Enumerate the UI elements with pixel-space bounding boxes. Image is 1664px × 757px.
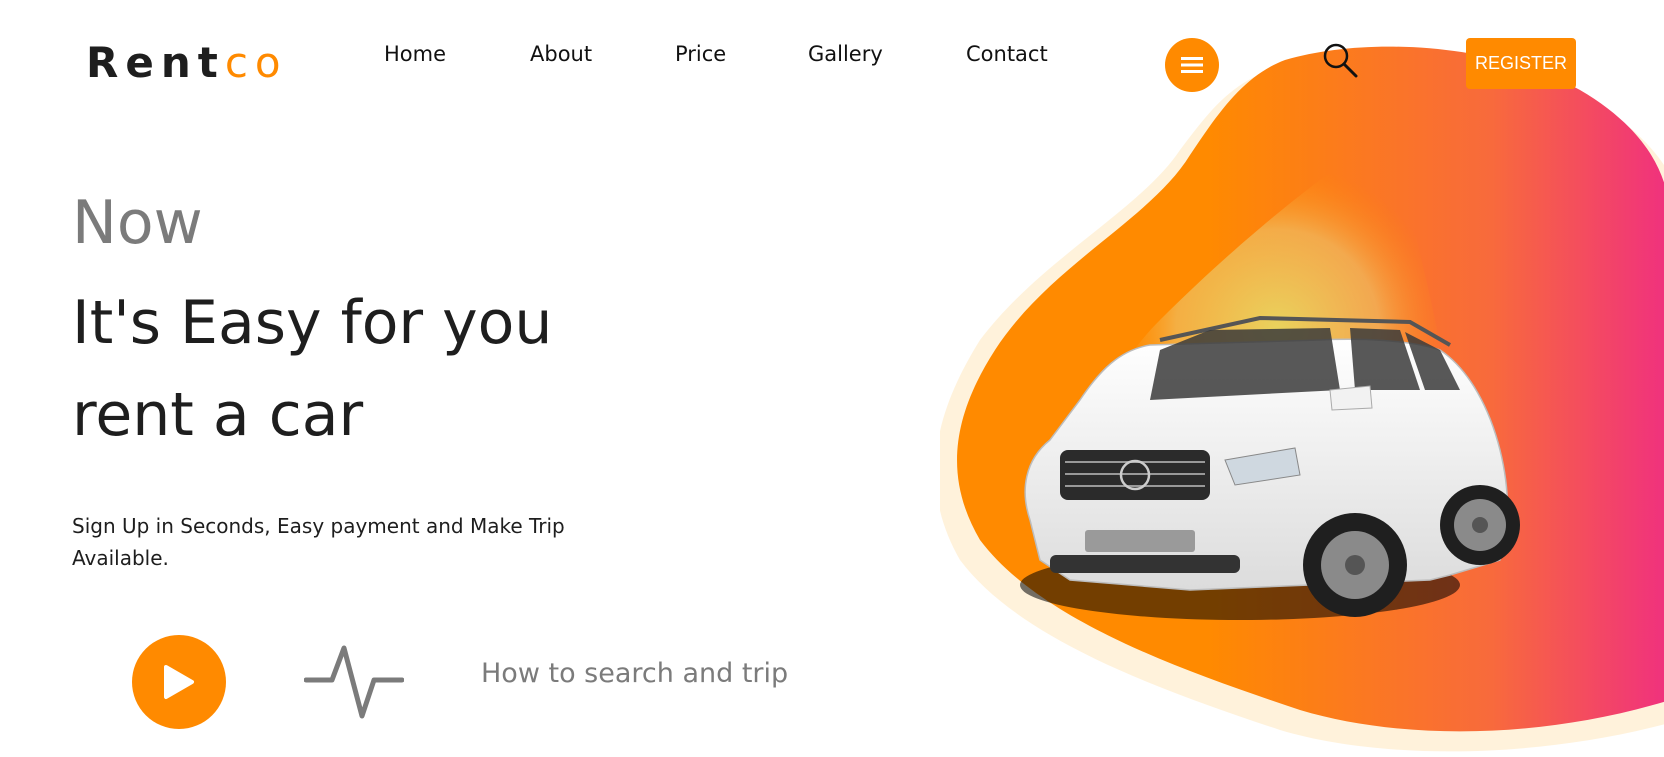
hamburger-icon <box>1181 57 1203 73</box>
play-video-button[interactable] <box>132 635 226 729</box>
nav-link-price[interactable]: Price <box>675 42 808 66</box>
play-icon <box>164 665 194 699</box>
register-button[interactable]: REGISTER <box>1466 38 1576 89</box>
heartbeat-icon <box>304 645 404 719</box>
hero-headline-line2: rent a car <box>72 380 364 450</box>
hero-illustration <box>935 40 1664 757</box>
landing-page: Rentco Home About Price Gallery Contact <box>0 0 1664 757</box>
nav-link-home[interactable]: Home <box>384 42 530 66</box>
brand-name-main: Rent <box>86 38 225 87</box>
hero-subtitle: Sign Up in Seconds, Easy payment and Mak… <box>72 514 565 570</box>
brand-logo[interactable]: Rentco <box>86 38 288 87</box>
gradient-blob <box>935 46 1664 752</box>
search-button[interactable] <box>1322 42 1358 78</box>
nav-link-about[interactable]: About <box>530 42 675 66</box>
how-to-video-link[interactable]: How to search and trip <box>481 658 788 689</box>
hero-kicker: Now <box>72 188 203 258</box>
hamburger-menu-button[interactable] <box>1165 38 1219 92</box>
search-icon <box>1323 43 1358 78</box>
brand-name-accent: co <box>224 38 288 87</box>
hero-headline-line1: It's Easy for you <box>72 288 553 358</box>
